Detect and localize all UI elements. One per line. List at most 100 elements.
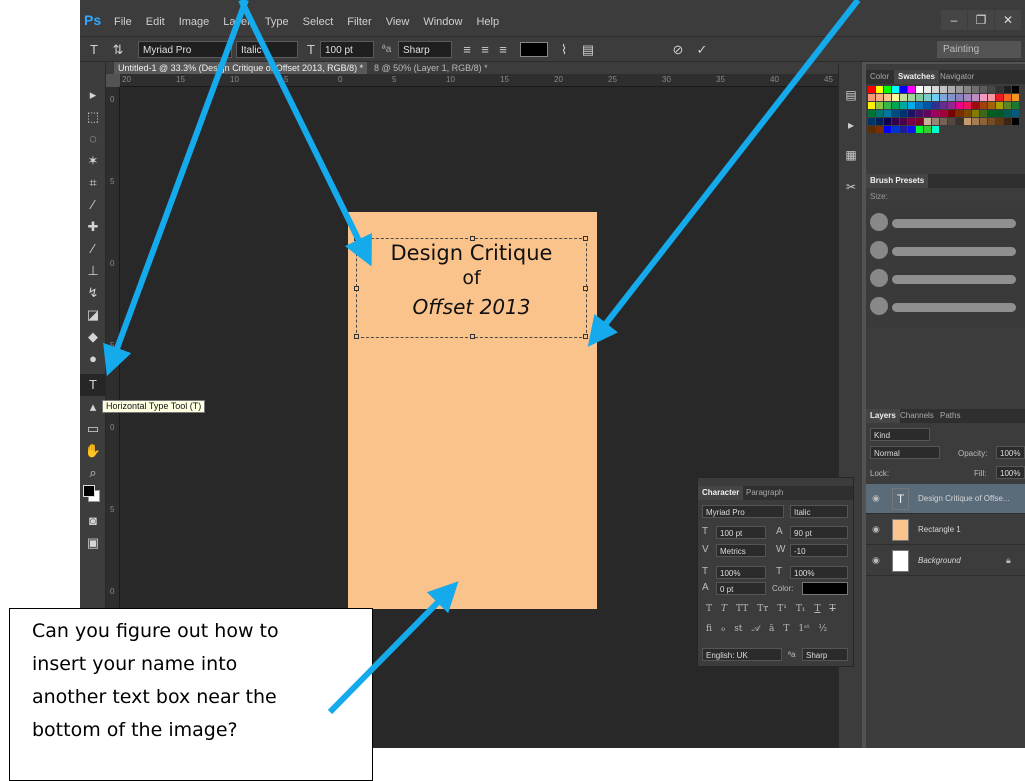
visibility-eye-icon[interactable]: ◉ bbox=[872, 555, 880, 566]
color-swatch[interactable] bbox=[1012, 118, 1019, 125]
color-swatch[interactable] bbox=[948, 118, 955, 125]
faux-bold-icon[interactable]: T bbox=[706, 604, 712, 614]
color-swatch[interactable] bbox=[868, 102, 875, 109]
color-swatch[interactable] bbox=[924, 126, 931, 133]
color-swatch[interactable] bbox=[932, 110, 939, 117]
color-swatch[interactable] bbox=[884, 94, 891, 101]
color-swatch[interactable] bbox=[980, 94, 987, 101]
faux-italic-icon[interactable]: T bbox=[721, 604, 727, 614]
brush-preset-stroke[interactable] bbox=[892, 247, 1016, 256]
font-size-select[interactable]: 100 pt bbox=[320, 41, 374, 58]
layer-filter-kind[interactable]: Kind bbox=[870, 428, 930, 441]
color-swatch[interactable] bbox=[956, 94, 963, 101]
lasso-tool-icon[interactable]: ◌ bbox=[80, 128, 106, 150]
color-swatch[interactable] bbox=[916, 118, 923, 125]
menu-window[interactable]: Window bbox=[423, 16, 462, 28]
color-swatch[interactable] bbox=[988, 94, 995, 101]
small-caps-icon[interactable]: Tт bbox=[757, 604, 768, 614]
text-color-swatch[interactable] bbox=[520, 42, 548, 57]
tab-navigator[interactable]: Navigator bbox=[936, 70, 978, 84]
color-swatch[interactable] bbox=[972, 102, 979, 109]
color-swatch[interactable] bbox=[1004, 110, 1011, 117]
color-swatch[interactable] bbox=[1012, 102, 1019, 109]
standard-ligatures-icon[interactable]: ﬁ bbox=[706, 624, 712, 634]
color-swatch[interactable] bbox=[932, 94, 939, 101]
color-swatch[interactable] bbox=[908, 126, 915, 133]
color-swatch[interactable] bbox=[956, 86, 963, 93]
strikethrough-icon[interactable]: T bbox=[829, 604, 835, 614]
color-swatch[interactable] bbox=[988, 118, 995, 125]
opacity-field[interactable]: 100% bbox=[996, 446, 1025, 459]
color-swatch[interactable] bbox=[884, 126, 891, 133]
color-swatch[interactable] bbox=[868, 86, 875, 93]
color-swatch[interactable] bbox=[996, 86, 1003, 93]
eyedropper-tool-icon[interactable]: ⁄ bbox=[80, 194, 106, 216]
menu-edit[interactable]: Edit bbox=[146, 16, 165, 28]
cancel-edits-icon[interactable]: ⊘ bbox=[670, 41, 686, 58]
color-swatch[interactable] bbox=[900, 94, 907, 101]
color-swatch[interactable] bbox=[868, 110, 875, 117]
color-swatch[interactable] bbox=[892, 102, 899, 109]
color-swatch[interactable] bbox=[948, 94, 955, 101]
color-swatch[interactable] bbox=[940, 110, 947, 117]
color-swatch[interactable] bbox=[884, 110, 891, 117]
color-swatch[interactable] bbox=[908, 118, 915, 125]
history-brush-tool-icon[interactable]: ↯ bbox=[80, 282, 106, 304]
menu-filter[interactable]: Filter bbox=[347, 16, 371, 28]
color-swatch[interactable] bbox=[1012, 86, 1019, 93]
blend-mode-select[interactable]: Normal bbox=[870, 446, 940, 459]
color-swatch[interactable] bbox=[932, 126, 939, 133]
commit-edits-icon[interactable]: ✓ bbox=[694, 41, 710, 58]
color-swatch[interactable] bbox=[916, 110, 923, 117]
color-swatch[interactable] bbox=[948, 102, 955, 109]
contextual-alternates-icon[interactable]: ℴ bbox=[721, 624, 725, 634]
rectangle-tool-icon[interactable]: ▭ bbox=[80, 418, 106, 440]
color-swatch[interactable] bbox=[924, 86, 931, 93]
color-swatch[interactable] bbox=[876, 110, 883, 117]
color-swatch[interactable] bbox=[940, 102, 947, 109]
color-swatch[interactable] bbox=[988, 102, 995, 109]
tab-untitled-1[interactable]: Untitled-1 @ 33.3% (Design Critique of O… bbox=[114, 62, 368, 74]
color-swatch[interactable] bbox=[932, 102, 939, 109]
color-swatch[interactable] bbox=[988, 110, 995, 117]
crop-tool-icon[interactable]: ⌗ bbox=[80, 172, 106, 194]
font-style-select[interactable]: Italic bbox=[236, 41, 298, 58]
color-swatch[interactable] bbox=[996, 102, 1003, 109]
ordinals-icon[interactable]: 1ˢᵗ bbox=[798, 624, 809, 634]
tab-swatches[interactable]: Swatches bbox=[894, 70, 939, 84]
layer-row-background[interactable]: ◉ Background 🔒︎ bbox=[866, 546, 1025, 576]
font-family-select[interactable]: Myriad Pro bbox=[702, 505, 784, 518]
tab-paths[interactable]: Paths bbox=[936, 409, 964, 423]
type-tool-preset-icon[interactable]: T bbox=[86, 41, 102, 58]
toggle-orientation-icon[interactable]: ⇅ bbox=[110, 41, 126, 58]
actions-panel-icon[interactable]: ▸ bbox=[839, 112, 863, 138]
tab-brush-presets[interactable]: Brush Presets bbox=[866, 174, 929, 188]
color-swatch[interactable] bbox=[884, 118, 891, 125]
magic-wand-tool-icon[interactable]: ✶ bbox=[80, 150, 106, 172]
color-swatch[interactable] bbox=[876, 126, 883, 133]
color-swatch[interactable] bbox=[908, 86, 915, 93]
color-swatch[interactable] bbox=[988, 86, 995, 93]
tab-layers[interactable]: Layers bbox=[866, 409, 900, 423]
color-swatch[interactable] bbox=[892, 118, 899, 125]
color-swatch[interactable] bbox=[900, 118, 907, 125]
menu-view[interactable]: View bbox=[386, 16, 410, 28]
color-swatch[interactable] bbox=[1004, 102, 1011, 109]
history-panel-icon[interactable]: ▤ bbox=[839, 82, 863, 108]
color-swatch[interactable] bbox=[908, 94, 915, 101]
color-swatch[interactable] bbox=[932, 118, 939, 125]
color-swatch[interactable] bbox=[876, 94, 883, 101]
menu-type[interactable]: Type bbox=[265, 16, 289, 28]
menu-help[interactable]: Help bbox=[476, 16, 499, 28]
brush-preset[interactable] bbox=[870, 297, 888, 315]
workspace-select[interactable]: Painting bbox=[937, 41, 1021, 58]
tab-8[interactable]: 8 @ 50% (Layer 1, RGB/8) * bbox=[370, 62, 492, 74]
color-swatch[interactable] bbox=[996, 110, 1003, 117]
foreground-color-swatch[interactable] bbox=[83, 485, 95, 497]
fill-field[interactable]: 100% bbox=[996, 466, 1025, 479]
zoom-tool-icon[interactable]: ⌕ bbox=[80, 462, 106, 484]
transform-handle[interactable] bbox=[354, 334, 359, 339]
baseline-shift-field[interactable]: 0 pt bbox=[716, 582, 766, 595]
color-swatch[interactable] bbox=[1004, 118, 1011, 125]
language-select[interactable]: English: UK bbox=[702, 648, 782, 661]
